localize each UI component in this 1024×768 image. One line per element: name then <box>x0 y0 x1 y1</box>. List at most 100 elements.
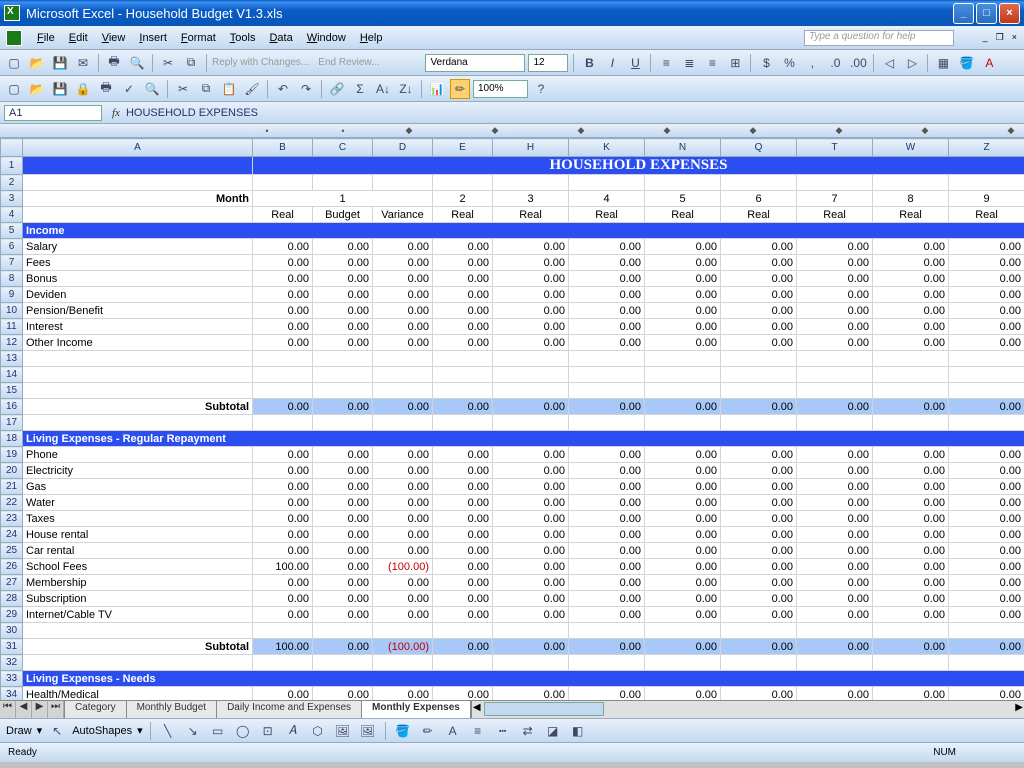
help-icon[interactable]: ? <box>531 79 551 99</box>
row-header-9[interactable]: 9 <box>1 287 23 303</box>
spreadsheet-grid[interactable]: ABCDEHKNQTWZ1HOUSEHOLD EXPENSES23Month12… <box>0 138 1024 700</box>
merge-icon[interactable]: ⊞ <box>725 53 745 73</box>
clipart-icon[interactable]: 🖼 <box>333 721 353 741</box>
align-right-icon[interactable]: ≡ <box>702 53 722 73</box>
chart-icon[interactable]: 📊 <box>427 79 447 99</box>
save-icon-2[interactable]: 💾 <box>50 79 70 99</box>
row-header-23[interactable]: 23 <box>1 511 23 527</box>
3d-icon[interactable]: ◧ <box>568 721 588 741</box>
dec-indent-icon[interactable]: ◁ <box>879 53 899 73</box>
row-header-33[interactable]: 33 <box>1 671 23 687</box>
open-icon[interactable]: 📂 <box>27 53 47 73</box>
autoshapes-menu[interactable]: AutoShapes <box>72 725 132 737</box>
row-header-16[interactable]: 16 <box>1 399 23 415</box>
picture-icon[interactable]: 🖼 <box>358 721 378 741</box>
row-header-8[interactable]: 8 <box>1 271 23 287</box>
cut-icon-2[interactable]: ✂ <box>173 79 193 99</box>
row-header-1[interactable]: 1 <box>1 157 23 175</box>
row-header-10[interactable]: 10 <box>1 303 23 319</box>
row-header-12[interactable]: 12 <box>1 335 23 351</box>
research-icon[interactable]: 🔍 <box>142 79 162 99</box>
row-header-11[interactable]: 11 <box>1 319 23 335</box>
wordart-icon[interactable]: 𝐴 <box>283 721 303 741</box>
mail-icon[interactable]: ✉ <box>73 53 93 73</box>
menu-window[interactable]: Window <box>300 30 353 46</box>
row-header-29[interactable]: 29 <box>1 607 23 623</box>
formula-text[interactable]: HOUSEHOLD EXPENSES <box>126 107 258 119</box>
paste-icon[interactable]: 📋 <box>219 79 239 99</box>
sheet-tab-monthly-expenses[interactable]: Monthly Expenses <box>362 701 471 718</box>
month-label[interactable]: Month <box>23 191 253 207</box>
col-header-N[interactable]: N <box>645 139 721 157</box>
row-header-5[interactable]: 5 <box>1 223 23 239</box>
menu-help[interactable]: Help <box>353 30 390 46</box>
col-header-A[interactable]: A <box>23 139 253 157</box>
print-icon[interactable]: 🖶 <box>104 53 124 73</box>
drawing-icon[interactable]: ✏ <box>450 79 470 99</box>
sheet-tab-monthly-budget[interactable]: Monthly Budget <box>127 701 218 718</box>
row-header-13[interactable]: 13 <box>1 351 23 367</box>
row-header-15[interactable]: 15 <box>1 383 23 399</box>
row-header-25[interactable]: 25 <box>1 543 23 559</box>
row-header-14[interactable]: 14 <box>1 367 23 383</box>
section-income[interactable]: Income <box>23 223 1024 239</box>
font-name-select[interactable]: Verdana <box>425 54 525 72</box>
oval-icon[interactable]: ◯ <box>233 721 253 741</box>
col-header-C[interactable]: C <box>313 139 373 157</box>
row-header-26[interactable]: 26 <box>1 559 23 575</box>
next-tab-icon[interactable]: ▶ <box>32 701 48 718</box>
bold-button[interactable]: B <box>579 53 599 73</box>
align-center-icon[interactable]: ≣ <box>679 53 699 73</box>
cut-icon[interactable]: ✂ <box>158 53 178 73</box>
row-header-21[interactable]: 21 <box>1 479 23 495</box>
line-color-icon[interactable]: ✏ <box>418 721 438 741</box>
comma-icon[interactable]: , <box>802 53 822 73</box>
menu-view[interactable]: View <box>95 30 133 46</box>
col-header-T[interactable]: T <box>797 139 873 157</box>
align-left-icon[interactable]: ≡ <box>656 53 676 73</box>
dash-icon[interactable]: ┅ <box>493 721 513 741</box>
app-icon[interactable] <box>6 30 22 46</box>
col-header-K[interactable]: K <box>569 139 645 157</box>
menu-data[interactable]: Data <box>262 30 299 46</box>
line-style-icon[interactable]: ≡ <box>468 721 488 741</box>
sort-desc-icon[interactable]: Z↓ <box>396 79 416 99</box>
menu-file[interactable]: File <box>30 30 62 46</box>
row-header-31[interactable]: 31 <box>1 639 23 655</box>
permission-icon[interactable]: 🔒 <box>73 79 93 99</box>
menu-format[interactable]: Format <box>174 30 223 46</box>
rect-icon[interactable]: ▭ <box>208 721 228 741</box>
currency-icon[interactable]: $ <box>756 53 776 73</box>
inc-decimal-icon[interactable]: .0 <box>825 53 845 73</box>
row-header-4[interactable]: 4 <box>1 207 23 223</box>
row-header-3[interactable]: 3 <box>1 191 23 207</box>
minimize-button[interactable]: _ <box>953 3 974 24</box>
fx-icon[interactable]: fx <box>112 107 120 119</box>
row-header-19[interactable]: 19 <box>1 447 23 463</box>
preview-icon[interactable]: 🔍 <box>127 53 147 73</box>
row-header-28[interactable]: 28 <box>1 591 23 607</box>
menu-edit[interactable]: Edit <box>62 30 95 46</box>
spell-icon[interactable]: ✓ <box>119 79 139 99</box>
shadow-icon[interactable]: ◪ <box>543 721 563 741</box>
row-header-27[interactable]: 27 <box>1 575 23 591</box>
col-header-B[interactable]: B <box>253 139 313 157</box>
doc-close-icon[interactable]: × <box>1009 31 1020 44</box>
dec-decimal-icon[interactable]: .00 <box>848 53 868 73</box>
prev-tab-icon[interactable]: ◀ <box>16 701 32 718</box>
tab-nav[interactable]: ⏮ ◀ ▶ ⏭ <box>0 701 65 718</box>
percent-icon[interactable]: % <box>779 53 799 73</box>
print-icon-2[interactable]: 🖶 <box>96 79 116 99</box>
undo-icon[interactable]: ↶ <box>273 79 293 99</box>
borders-icon[interactable]: ▦ <box>933 53 953 73</box>
name-box[interactable]: A1 <box>4 105 102 121</box>
section-living-regular[interactable]: Living Expenses - Regular Repayment <box>23 431 1024 447</box>
first-tab-icon[interactable]: ⏮ <box>0 701 16 718</box>
row-header-24[interactable]: 24 <box>1 527 23 543</box>
col-header-D[interactable]: D <box>373 139 433 157</box>
row-header-34[interactable]: 34 <box>1 687 23 701</box>
draw-menu[interactable]: Draw <box>6 725 32 737</box>
new-icon[interactable]: ▢ <box>4 53 24 73</box>
col-header-Q[interactable]: Q <box>721 139 797 157</box>
textbox-icon[interactable]: ⊡ <box>258 721 278 741</box>
